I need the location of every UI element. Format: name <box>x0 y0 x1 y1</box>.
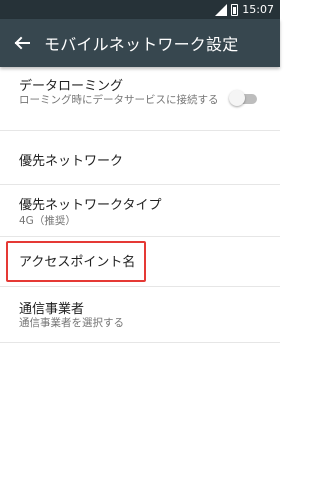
data-roaming-summary: ローミング時にデータサービスに接続する <box>19 94 219 106</box>
carrier-title: 通信事業者 <box>19 302 85 317</box>
access-point-names-title: アクセスポイント名 <box>19 255 136 270</box>
battery-icon <box>231 3 239 16</box>
data-roaming-item[interactable]: データローミング ローミング時にデータサービスに接続する <box>0 67 280 131</box>
back-button[interactable] <box>0 19 44 67</box>
preferred-network-type-title: 優先ネットワークタイプ <box>19 198 162 213</box>
access-point-names-item[interactable]: アクセスポイント名 <box>0 237 280 287</box>
preferred-network-type-summary: 4G（推奨） <box>19 215 76 227</box>
preferred-network-type-item[interactable]: 優先ネットワークタイプ 4G（推奨） <box>0 185 280 237</box>
app-bar: モバイルネットワーク設定 <box>0 19 280 67</box>
preferred-network-title: 優先ネットワーク <box>19 154 124 169</box>
data-roaming-title: データローミング <box>19 79 124 94</box>
carrier-item[interactable]: 通信事業者 通信事業者を選択する <box>0 287 280 343</box>
arrow-back-icon <box>14 36 30 50</box>
signal-icon <box>215 3 228 16</box>
carrier-summary: 通信事業者を選択する <box>19 317 124 329</box>
status-bar: 15:07 <box>0 0 280 19</box>
data-roaming-toggle[interactable] <box>229 90 257 106</box>
page-title: モバイルネットワーク設定 <box>44 35 239 54</box>
preferred-network-item[interactable]: 優先ネットワーク <box>0 131 280 185</box>
toggle-knob <box>229 90 245 106</box>
settings-list: データローミング ローミング時にデータサービスに接続する 優先ネットワーク 優先… <box>0 67 280 343</box>
status-time: 15:07 <box>242 3 274 16</box>
